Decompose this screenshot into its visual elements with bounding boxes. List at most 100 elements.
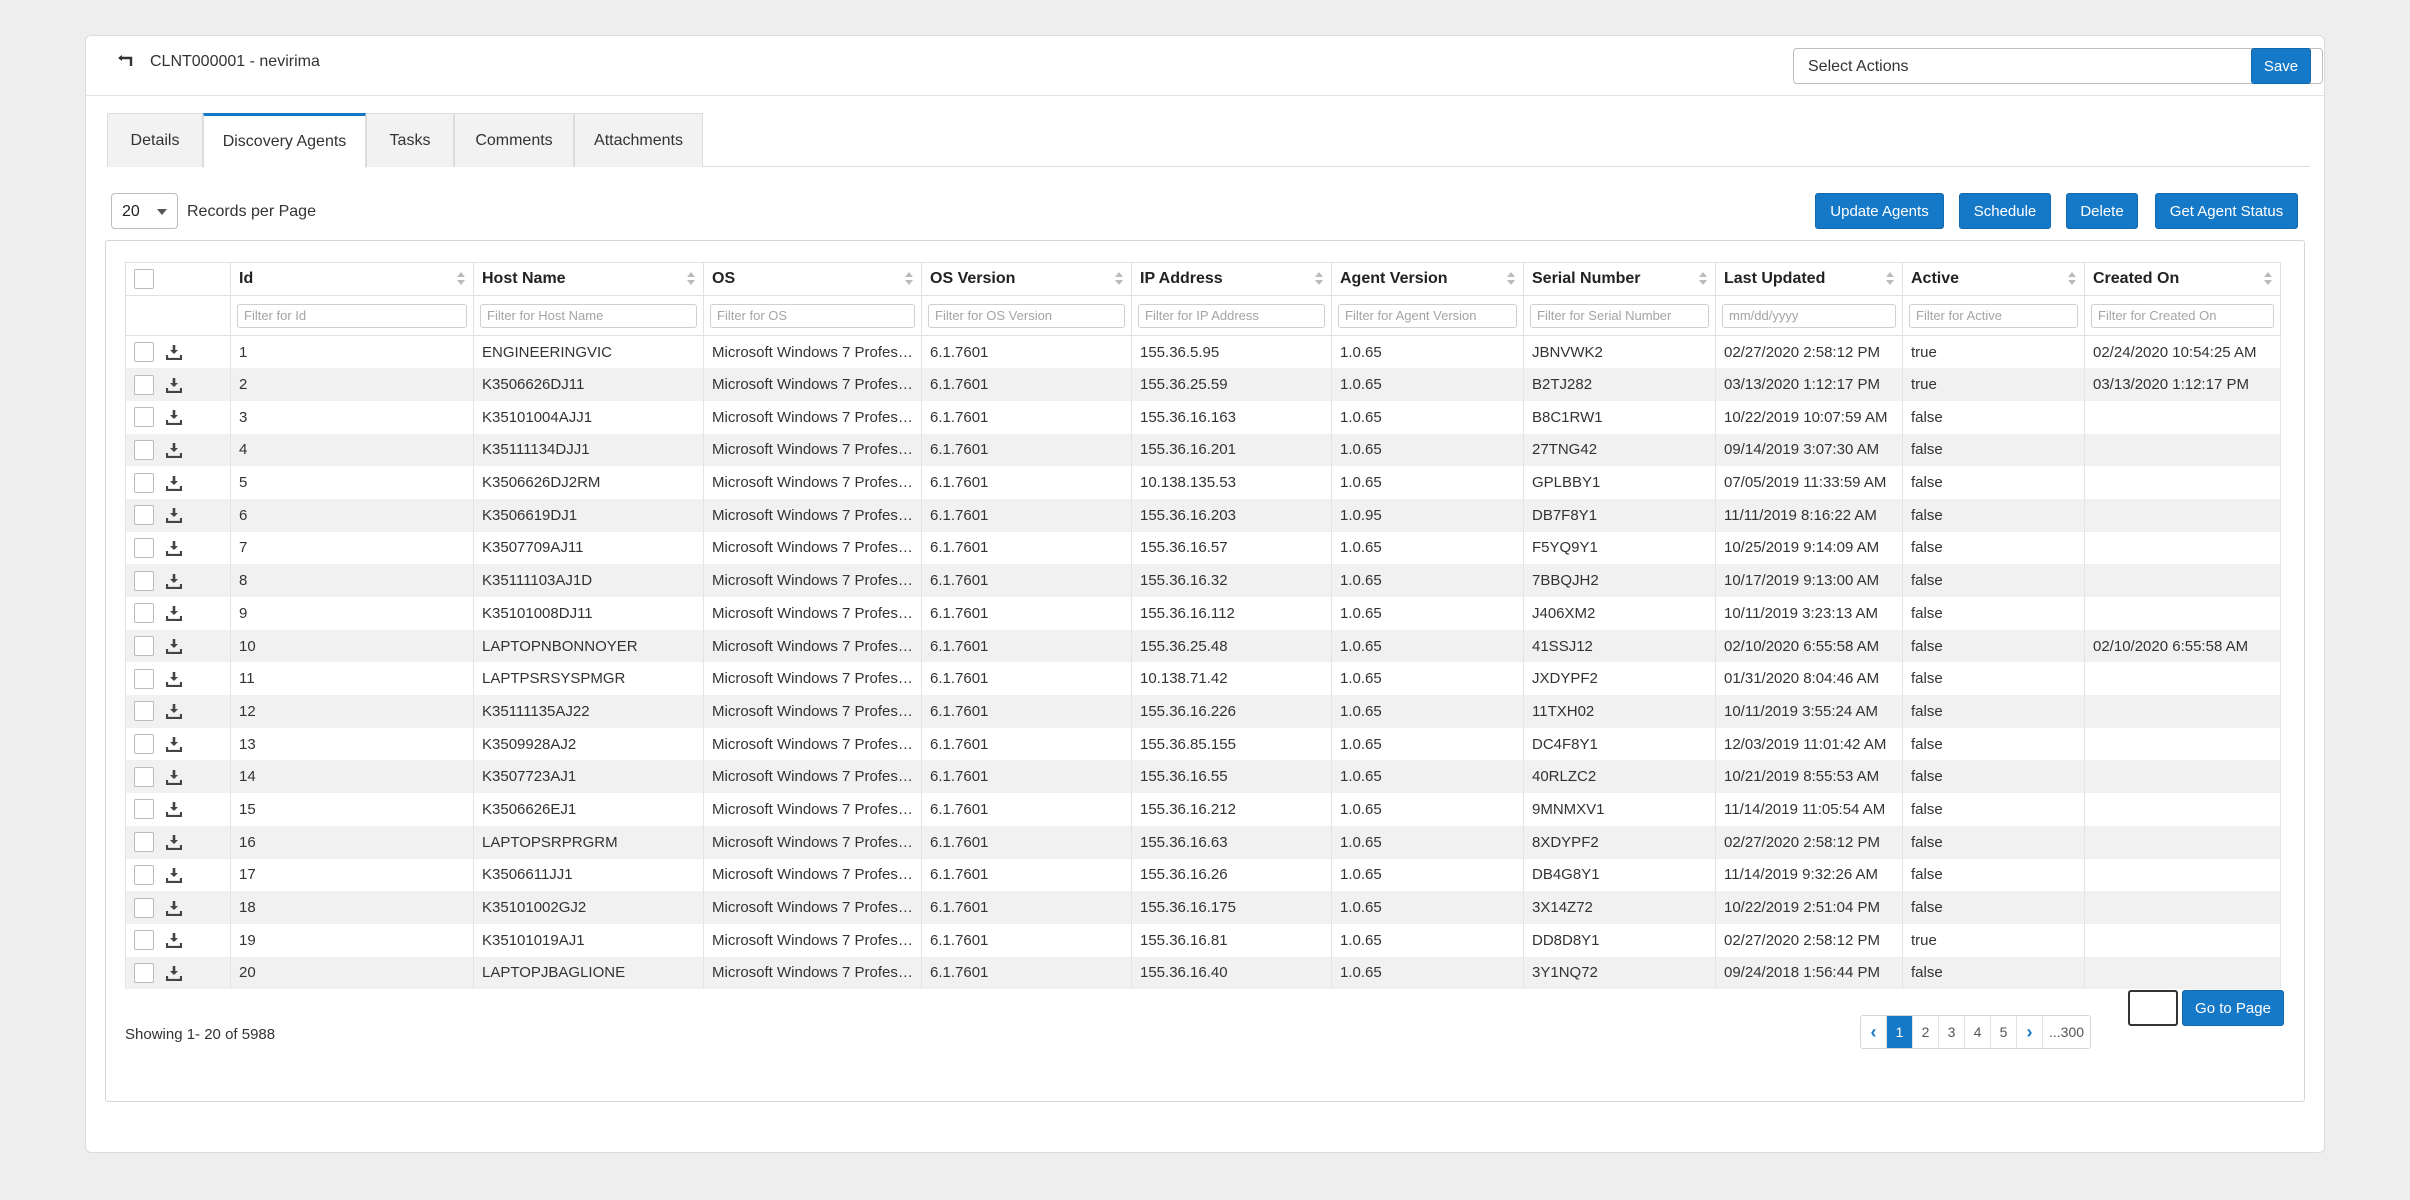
filter-host-name-input[interactable] — [480, 303, 697, 328]
tab-tasks[interactable]: Tasks — [366, 113, 454, 167]
go-to-page-input[interactable] — [2128, 990, 2178, 1026]
table-row[interactable]: 3 K35101004AJJ1 Microsoft Windows 7 Profes… — [125, 400, 2281, 434]
column-header-id[interactable]: Id — [230, 262, 474, 296]
download-icon[interactable] — [166, 769, 182, 785]
back-arrow-icon[interactable] — [116, 52, 136, 72]
row-checkbox[interactable] — [134, 832, 154, 853]
download-icon[interactable] — [166, 867, 182, 883]
row-checkbox[interactable] — [134, 472, 154, 493]
row-checkbox[interactable] — [134, 537, 154, 558]
table-row[interactable]: 11 LAPTPSRSYSPMGR Microsoft Windows 7 Prof… — [125, 662, 2281, 696]
table-row[interactable]: 14 K3507723AJ1 Microsoft Windows 7 Profess… — [125, 760, 2281, 794]
download-icon[interactable] — [166, 344, 182, 361]
download-icon[interactable] — [166, 573, 182, 589]
page-link[interactable]: 4 — [1965, 1016, 1991, 1048]
delete-button[interactable]: Delete — [2066, 193, 2138, 229]
column-header-serial-number[interactable]: Serial Number — [1523, 262, 1716, 296]
go-to-page-button[interactable]: Go to Page — [2182, 990, 2284, 1026]
download-icon[interactable] — [166, 703, 182, 720]
update-agents-button[interactable]: Update Agents — [1815, 193, 1944, 229]
schedule-button[interactable]: Schedule — [1959, 193, 2051, 229]
row-checkbox[interactable] — [134, 930, 154, 951]
table-row[interactable]: 9 K35101008DJ11 Microsoft Windows 7 Profes… — [125, 597, 2281, 630]
table-row[interactable]: 10 LAPTOPNBONNOYER Microsoft Windows 7 Pro… — [125, 629, 2281, 663]
table-row[interactable]: 4 K35111134DJJ1 Microsoft Windows 7 Profes… — [125, 433, 2281, 467]
filter-last-updated-input[interactable] — [1722, 303, 1896, 328]
table-row[interactable]: 16 LAPTOPSRPRGRM Microsoft Windows 7 Profe… — [125, 825, 2281, 859]
table-row[interactable]: 12 K35111135AJ22 Microsoft Windows 7 Profe… — [125, 695, 2281, 728]
table-row[interactable]: 13 K3509928AJ2 Microsoft Windows 7 Profess… — [125, 727, 2281, 761]
column-header-os[interactable]: OS — [703, 262, 922, 296]
download-icon[interactable] — [166, 671, 182, 687]
download-icon[interactable] — [166, 409, 182, 426]
page-link[interactable]: 5 — [1991, 1016, 2017, 1048]
row-checkbox[interactable] — [134, 864, 154, 885]
row-checkbox[interactable] — [134, 799, 154, 820]
download-icon[interactable] — [166, 540, 182, 556]
filter-agent-version-input[interactable] — [1338, 303, 1517, 328]
column-header-created-on[interactable]: Created On — [2084, 262, 2281, 296]
download-icon[interactable] — [166, 507, 182, 524]
column-header-os-version[interactable]: OS Version — [921, 262, 1132, 296]
page-link[interactable]: 1 — [1887, 1016, 1913, 1048]
download-icon[interactable] — [166, 965, 182, 981]
download-icon[interactable] — [166, 442, 182, 458]
table-row[interactable]: 6 K3506619DJ1 Microsoft Windows 7 Professi… — [125, 498, 2281, 532]
download-icon[interactable] — [166, 834, 182, 851]
filter-created-on-input[interactable] — [2091, 303, 2274, 328]
filter-active-input[interactable] — [1909, 303, 2078, 328]
table-row[interactable]: 20 LAPTOPJBAGLIONE Microsoft Windows 7 Pro… — [125, 956, 2281, 990]
filter-os-version-input[interactable] — [928, 303, 1125, 328]
row-checkbox[interactable] — [134, 636, 154, 657]
column-header-ip-address[interactable]: IP Address — [1131, 262, 1332, 296]
filter-serial-number-input[interactable] — [1530, 303, 1709, 328]
download-icon[interactable] — [166, 377, 182, 393]
get-agent-status-button[interactable]: Get Agent Status — [2155, 193, 2298, 229]
tab-comments[interactable]: Comments — [454, 113, 574, 167]
table-row[interactable]: 19 K35101019AJ1 Microsoft Windows 7 Profes… — [125, 923, 2281, 957]
row-checkbox[interactable] — [134, 701, 154, 722]
tab-details[interactable]: Details — [107, 113, 203, 167]
table-row[interactable]: 5 K3506626DJ2RM Microsoft Windows 7 Profes… — [125, 466, 2281, 499]
row-checkbox[interactable] — [134, 734, 154, 755]
page-link[interactable]: ...300 — [2043, 1016, 2090, 1048]
download-icon[interactable] — [166, 801, 182, 818]
download-icon[interactable] — [166, 900, 182, 916]
download-icon[interactable] — [166, 736, 182, 753]
save-button[interactable]: Save — [2251, 48, 2311, 84]
row-checkbox[interactable] — [134, 962, 154, 983]
download-icon[interactable] — [166, 475, 182, 491]
chevron-right-icon[interactable]: › — [2017, 1016, 2043, 1048]
download-icon[interactable] — [166, 605, 182, 622]
row-checkbox[interactable] — [134, 668, 154, 689]
row-checkbox[interactable] — [134, 570, 154, 591]
records-per-page-select[interactable]: 20 — [111, 193, 178, 229]
row-checkbox[interactable] — [134, 505, 154, 526]
table-row[interactable]: 17 K3506611JJ1 Microsoft Windows 7 Profess… — [125, 858, 2281, 892]
row-checkbox[interactable] — [134, 603, 154, 624]
table-row[interactable]: 2 K3506626DJ11 Microsoft Windows 7 Profess… — [125, 368, 2281, 401]
filter-id-input[interactable] — [237, 303, 467, 328]
page-link[interactable]: 2 — [1913, 1016, 1939, 1048]
table-row[interactable]: 1 ENGINEERINGVIC Microsoft Windows 7 Profe… — [125, 335, 2281, 369]
download-icon[interactable] — [166, 932, 182, 949]
select-all-checkbox[interactable] — [134, 269, 154, 289]
column-header-host-name[interactable]: Host Name — [473, 262, 704, 296]
tab-discovery-agents[interactable]: Discovery Agents — [203, 113, 366, 168]
row-checkbox[interactable] — [134, 342, 154, 363]
row-checkbox[interactable] — [134, 374, 154, 395]
column-header-last-updated[interactable]: Last Updated — [1715, 262, 1903, 296]
download-icon[interactable] — [166, 638, 182, 655]
chevron-left-icon[interactable]: ‹ — [1861, 1016, 1887, 1048]
table-row[interactable]: 8 K35111103AJ1D Microsoft Windows 7 Profes… — [125, 564, 2281, 597]
filter-os-input[interactable] — [710, 303, 915, 328]
row-checkbox[interactable] — [134, 407, 154, 428]
column-header-agent-version[interactable]: Agent Version — [1331, 262, 1524, 296]
row-checkbox[interactable] — [134, 766, 154, 787]
filter-ip-address-input[interactable] — [1138, 303, 1325, 328]
select-actions-dropdown[interactable]: Select Actions — [1793, 48, 2323, 84]
table-row[interactable]: 18 K35101002GJ2 Microsoft Windows 7 Profes… — [125, 891, 2281, 924]
tab-attachments[interactable]: Attachments — [574, 113, 703, 167]
table-row[interactable]: 7 K3507709AJ11 Microsoft Windows 7 Profess… — [125, 531, 2281, 565]
table-row[interactable]: 15 K3506626EJ1 Microsoft Windows 7 Profess… — [125, 793, 2281, 826]
